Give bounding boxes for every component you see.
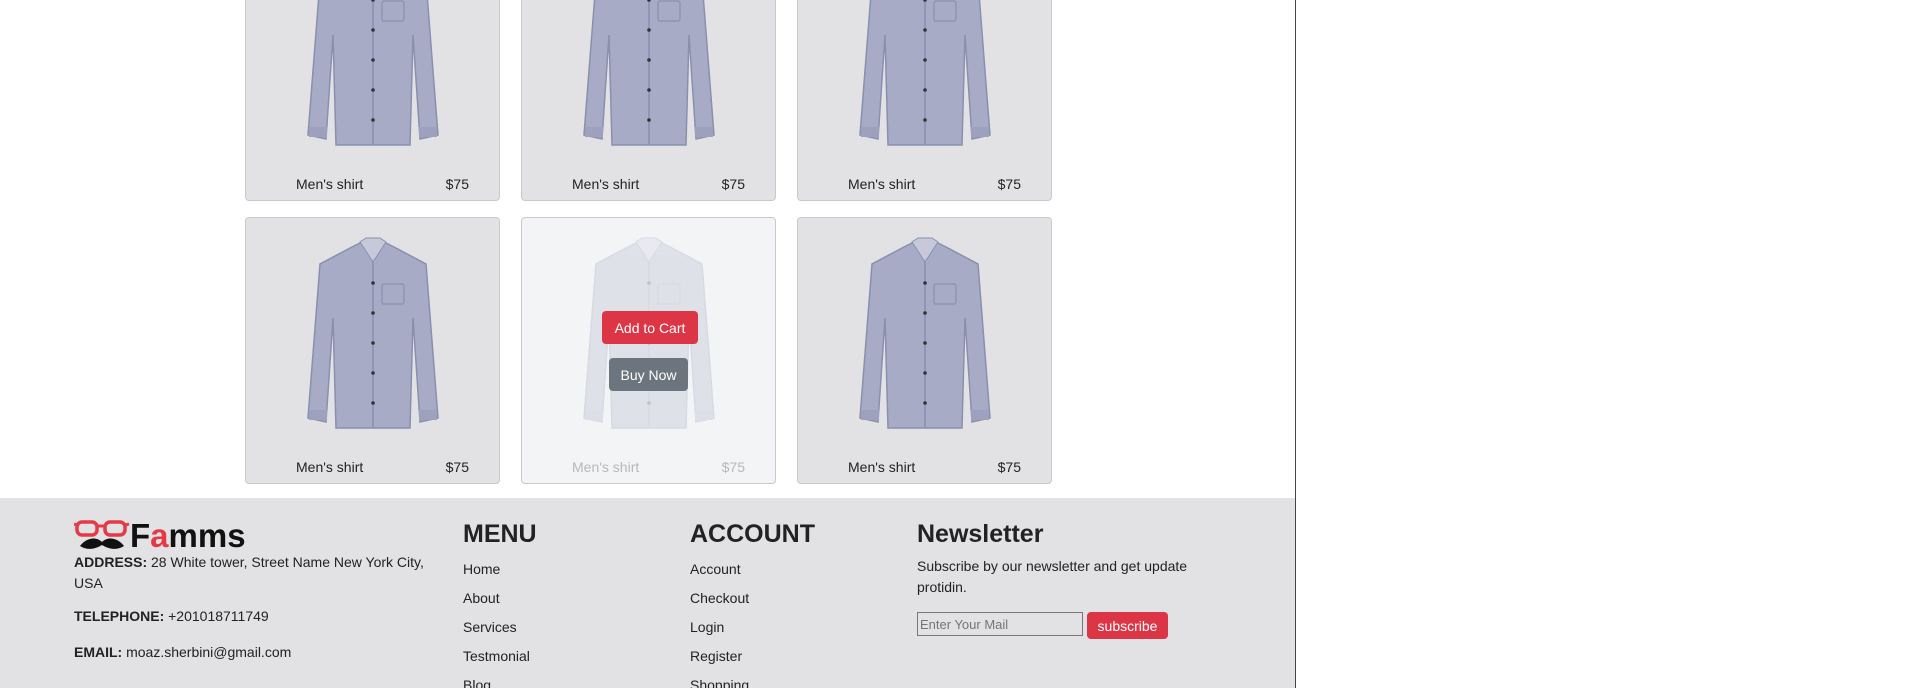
page: Men's shirt $75 Men's shirt $75 Men's sh… xyxy=(0,0,1296,688)
shirt-icon xyxy=(858,237,991,429)
contact-telephone: TELEPHONE: +201018711749 xyxy=(74,608,269,624)
menu-link-blog[interactable]: Blog xyxy=(463,677,530,688)
shirt-icon xyxy=(858,0,991,146)
account-title: ACCOUNT xyxy=(690,520,815,548)
shirt-icon xyxy=(306,0,439,146)
account-link-shopping[interactable]: Shopping xyxy=(690,677,749,688)
product-card[interactable]: Men's shirt $75 xyxy=(797,217,1052,484)
telephone-label: TELEPHONE: xyxy=(74,608,165,624)
footer: Fa mms ADDRESS: 28 White tower, Street Na… xyxy=(0,498,1295,688)
menu-link-testmonial[interactable]: Testmonial xyxy=(463,648,530,677)
product-card[interactable]: Men's shirt $75 xyxy=(245,0,500,201)
product-name: Men's shirt xyxy=(296,176,364,192)
account-link-account[interactable]: Account xyxy=(690,561,749,590)
product-name: Men's shirt xyxy=(572,459,640,475)
brand-rest: mms xyxy=(168,517,246,554)
brand-letter-f: F xyxy=(130,517,151,554)
shirt-icon xyxy=(306,237,439,429)
menu-link-services[interactable]: Services xyxy=(463,619,530,648)
menu-title: MENU xyxy=(463,520,537,548)
product-name: Men's shirt xyxy=(572,176,640,192)
product-name: Men's shirt xyxy=(296,459,364,475)
glasses-mustache-icon xyxy=(74,520,130,549)
brand-letter-a: a xyxy=(150,517,169,554)
add-to-cart-button[interactable]: Add to Cart xyxy=(602,311,698,344)
newsletter-email-input[interactable] xyxy=(917,612,1083,636)
account-link-register[interactable]: Register xyxy=(690,648,749,677)
menu-link-about[interactable]: About xyxy=(463,590,530,619)
buy-now-button[interactable]: Buy Now xyxy=(609,358,688,391)
product-name: Men's shirt xyxy=(848,176,916,192)
contact-address: ADDRESS: 28 White tower, Street Name New… xyxy=(74,552,434,594)
product-price: $75 xyxy=(721,176,745,192)
address-label: ADDRESS: xyxy=(74,554,148,570)
email-value: moaz.sherbini@gmail.com xyxy=(126,644,292,660)
account-link-checkout[interactable]: Checkout xyxy=(690,590,749,619)
telephone-value: +201018711749 xyxy=(168,608,269,624)
product-card[interactable]: Men's shirt $75 xyxy=(797,0,1052,201)
menu-link-home[interactable]: Home xyxy=(463,561,530,590)
newsletter-text: Subscribe by our newsletter and get upda… xyxy=(917,558,1188,595)
account-list: Account Checkout Login Register Shopping xyxy=(690,561,749,688)
product-card[interactable]: Men's shirt $75 xyxy=(245,217,500,484)
product-price: $75 xyxy=(445,176,469,192)
shirt-icon xyxy=(582,0,715,146)
product-card-hovered[interactable]: Add to Cart Buy Now Men's shirt $75 xyxy=(521,217,776,484)
product-price: $75 xyxy=(997,176,1021,192)
product-name: Men's shirt xyxy=(848,459,916,475)
product-card[interactable]: Men's shirt $75 xyxy=(521,0,776,201)
product-price: $75 xyxy=(997,459,1021,475)
account-link-login[interactable]: Login xyxy=(690,619,749,648)
menu-list: Home About Services Testmonial Blog xyxy=(463,561,530,688)
contact-email: EMAIL: moaz.sherbini@gmail.com xyxy=(74,644,291,660)
email-label: EMAIL: xyxy=(74,644,123,660)
product-price: $75 xyxy=(721,459,745,475)
brand-logo[interactable]: Fa mms xyxy=(74,517,246,555)
subscribe-button[interactable]: subscribe xyxy=(1087,612,1168,639)
newsletter-title: Newsletter xyxy=(917,520,1044,548)
product-price: $75 xyxy=(445,459,469,475)
